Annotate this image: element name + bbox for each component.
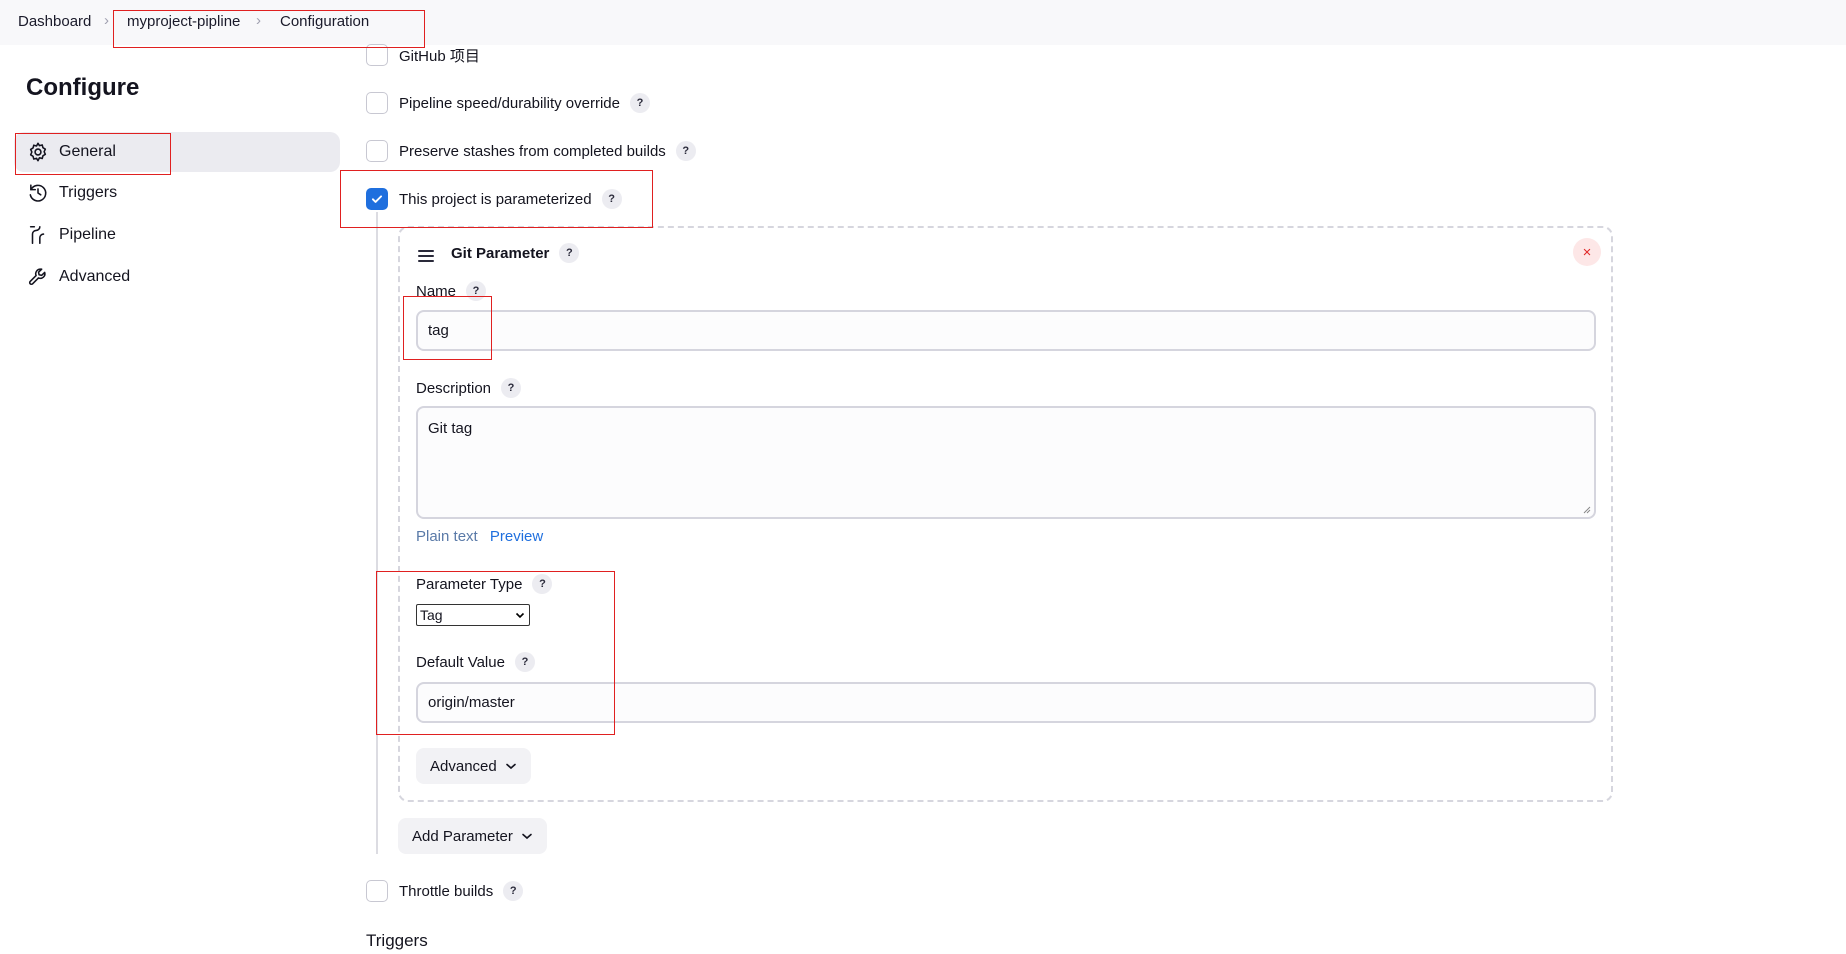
chevron-down-icon xyxy=(522,833,532,840)
sidebar-item-advanced[interactable]: Advanced xyxy=(14,257,340,297)
name-label-text: Name xyxy=(416,282,457,300)
help-icon[interactable]: ? xyxy=(503,881,524,901)
help-icon[interactable]: ? xyxy=(559,243,580,263)
help-icon[interactable]: ? xyxy=(514,652,535,672)
breadcrumb-dashboard[interactable]: Dashboard xyxy=(18,13,91,30)
breadcrumb-separator-icon: › xyxy=(104,12,109,29)
sidebar-item-label: Triggers xyxy=(59,184,118,201)
chevron-down-icon xyxy=(515,612,525,619)
option-throttle-builds[interactable]: Throttle builds ? xyxy=(366,880,524,902)
top-bar: Dashboard › myproject-pipline › Configur… xyxy=(0,0,1846,45)
help-icon[interactable]: ? xyxy=(532,574,553,594)
option-label: Throttle builds xyxy=(399,882,494,900)
sidebar-item-label: Advanced xyxy=(59,268,131,285)
checkbox-checked[interactable] xyxy=(366,188,388,210)
add-parameter-label: Add Parameter xyxy=(412,827,513,845)
advanced-button[interactable]: Advanced xyxy=(416,748,531,784)
breadcrumb-separator-icon: › xyxy=(256,12,261,29)
section-title-triggers: Triggers xyxy=(366,931,428,950)
option-pipeline-speed[interactable]: Pipeline speed/durability override ? xyxy=(366,92,650,114)
default-value-label: Default Value ? xyxy=(416,652,535,672)
sidebar-item-general[interactable]: General xyxy=(14,132,340,172)
breadcrumb-project[interactable]: myproject-pipline xyxy=(127,13,240,30)
resize-handle-icon[interactable] xyxy=(1583,506,1591,514)
sidebar-item-pipeline[interactable]: Pipeline xyxy=(14,215,340,255)
option-preserve-stashes[interactable]: Preserve stashes from completed builds ? xyxy=(366,140,696,162)
checkbox[interactable] xyxy=(366,880,388,902)
sidebar-item-triggers[interactable]: Triggers xyxy=(14,173,340,213)
help-icon[interactable]: ? xyxy=(601,189,622,209)
clock-icon xyxy=(26,181,50,205)
format-links: Plain text Preview xyxy=(416,528,543,545)
option-label: Pipeline speed/durability override xyxy=(399,94,620,112)
plain-text-link[interactable]: Plain text xyxy=(416,528,478,545)
help-icon[interactable]: ? xyxy=(466,281,487,301)
parameter-type-select[interactable]: Tag xyxy=(416,604,530,626)
default-value-input[interactable]: origin/master xyxy=(416,682,1596,723)
preview-link[interactable]: Preview xyxy=(490,528,543,545)
drag-handle-icon[interactable] xyxy=(418,250,434,265)
parameter-type-label-text: Parameter Type xyxy=(416,575,523,593)
description-textarea[interactable]: Git tag xyxy=(416,406,1596,519)
checkbox[interactable] xyxy=(366,44,388,66)
option-label: GitHub 项目 xyxy=(399,47,480,65)
pipeline-icon xyxy=(26,223,50,247)
git-parameter-title-text: Git Parameter xyxy=(451,244,550,262)
help-icon[interactable]: ? xyxy=(501,378,522,398)
option-label: Preserve stashes from completed builds xyxy=(399,142,666,160)
name-input[interactable]: tag xyxy=(416,310,1596,351)
option-label: This project is parameterized xyxy=(399,190,592,208)
advanced-button-label: Advanced xyxy=(430,757,497,775)
chevron-down-icon xyxy=(505,763,516,770)
page-title: Configure xyxy=(26,74,140,101)
nested-section-line xyxy=(376,212,378,854)
gear-icon xyxy=(26,140,50,164)
option-github-project[interactable]: GitHub 项目 xyxy=(366,44,480,66)
close-icon[interactable]: × xyxy=(1573,238,1601,266)
description-text: Git tag xyxy=(428,420,473,437)
checkbox[interactable] xyxy=(366,140,388,162)
sidebar-item-label: Pipeline xyxy=(59,226,116,243)
wrench-icon xyxy=(26,265,50,289)
name-field-label: Name ? xyxy=(416,281,487,301)
check-icon xyxy=(371,195,383,203)
checkbox[interactable] xyxy=(366,92,388,114)
parameter-type-value: Tag xyxy=(420,607,443,623)
parameter-type-label: Parameter Type ? xyxy=(416,574,553,594)
breadcrumb-configuration[interactable]: Configuration xyxy=(280,13,369,30)
add-parameter-button[interactable]: Add Parameter xyxy=(398,818,547,854)
description-field-label: Description ? xyxy=(416,378,522,398)
option-parameterized[interactable]: This project is parameterized ? xyxy=(366,188,622,210)
default-value-label-text: Default Value xyxy=(416,653,505,671)
description-label-text: Description xyxy=(416,379,492,397)
sidebar-item-label: General xyxy=(59,143,116,160)
help-icon[interactable]: ? xyxy=(629,93,650,113)
git-parameter-title: Git Parameter ? xyxy=(451,243,580,263)
help-icon[interactable]: ? xyxy=(675,141,696,161)
